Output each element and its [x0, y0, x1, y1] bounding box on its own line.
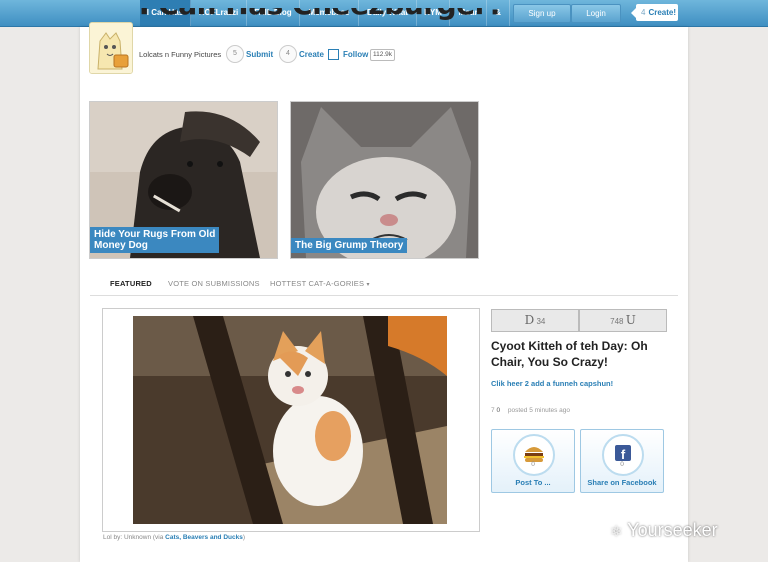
submit-count: 5 [226, 45, 244, 63]
comment-count[interactable]: 0 [496, 407, 500, 414]
comment-icon: 7 [491, 407, 495, 414]
create-arrow-icon [631, 8, 636, 18]
post-meta: 7 0 posted 5 minutes ago [491, 407, 570, 414]
share-circle [513, 434, 555, 476]
post-title[interactable]: Cyoot Kitteh of teh Day: Oh Chair, You S… [491, 338, 671, 370]
follow-link[interactable]: Follow [343, 50, 368, 59]
vote-up-button[interactable]: 748 U [579, 309, 667, 332]
site-subtitle: Lolcats n Funny Pictures [139, 50, 222, 59]
tab-hottest-cat-a-gories[interactable]: HOTTEST CAT-A-GORIES ▾ [270, 279, 370, 288]
post-credit: Lol by: Unknown (via Cats, Beavers and D… [103, 534, 245, 541]
share-circle: f [602, 434, 644, 476]
credit-suffix: ) [242, 534, 246, 541]
login-button[interactable]: Login [571, 4, 621, 23]
facebook-share-count: 0 [620, 461, 624, 468]
create-count-circle: 4 [279, 45, 297, 63]
caption-line-1: Hide Your Rugs From Old [94, 229, 216, 240]
watermark: ⚛ Yourseeker [610, 520, 718, 541]
vote-down-button[interactable]: D 34 [491, 309, 579, 332]
vote-up-count: 748 [610, 317, 624, 326]
post-to-count: 0 [531, 461, 535, 468]
facebook-share-label: Share on Facebook [587, 478, 657, 487]
dropdown-chevron-icon: ▾ [366, 282, 370, 288]
featured-caption-dog: Hide Your Rugs From Old Money Dog [90, 227, 220, 253]
credit-prefix: Lol by: Unknown (via [103, 534, 164, 541]
grumpy-cat-image [291, 102, 478, 258]
credit-source-link[interactable]: Cats, Beavers and Ducks [165, 534, 243, 541]
cheezburger-icon [524, 447, 544, 462]
tab-vote-on-submissions[interactable]: VOTE ON SUBMISSIONS [168, 279, 260, 288]
post-to-button[interactable]: 0 Post To ... [491, 429, 575, 493]
site-logo[interactable] [89, 22, 133, 74]
facebook-icon: f [615, 445, 631, 462]
create-count: 4 [641, 8, 646, 17]
create-link[interactable]: Create [299, 50, 324, 59]
tab-hottest-label: HOTTEST CAT-A-GORIES [270, 279, 365, 288]
share-on-facebook-button[interactable]: f 0 Share on Facebook [580, 429, 664, 493]
tabs-divider [90, 295, 678, 296]
featured-caption-grumpy-cat: The Big Grump Theory [291, 238, 408, 253]
vote-up-icon: U [625, 313, 636, 327]
vote-down-count: 34 [536, 317, 546, 326]
submit-link[interactable]: Submit [246, 50, 273, 59]
svg-text:f: f [621, 447, 626, 462]
featured-post-dog[interactable]: Hide Your Rugs From Old Money Dog [89, 101, 278, 259]
add-caption-link[interactable]: Clik heer 2 add a funneh capshun! [491, 379, 613, 388]
featured-post-grumpy-cat[interactable]: The Big Grump Theory [290, 101, 479, 259]
caption-line-2: Money Dog [94, 240, 148, 251]
post-to-label: Post To ... [515, 478, 551, 487]
vote-down-icon: D [524, 313, 535, 327]
post-image-kitten[interactable] [133, 316, 447, 524]
create-button[interactable]: 4 Create! [631, 4, 678, 21]
create-label: Create! [648, 8, 677, 17]
signup-button[interactable]: Sign up [513, 4, 571, 23]
posted-time: posted 5 minutes ago [507, 407, 571, 414]
follow-checkbox[interactable] [328, 49, 339, 60]
watermark-text: Yourseeker [627, 520, 718, 540]
tab-featured[interactable]: FEATURED [110, 279, 152, 288]
follow-count-badge: 112.9k [370, 49, 396, 61]
wechat-icon: ⚛ [610, 523, 623, 539]
